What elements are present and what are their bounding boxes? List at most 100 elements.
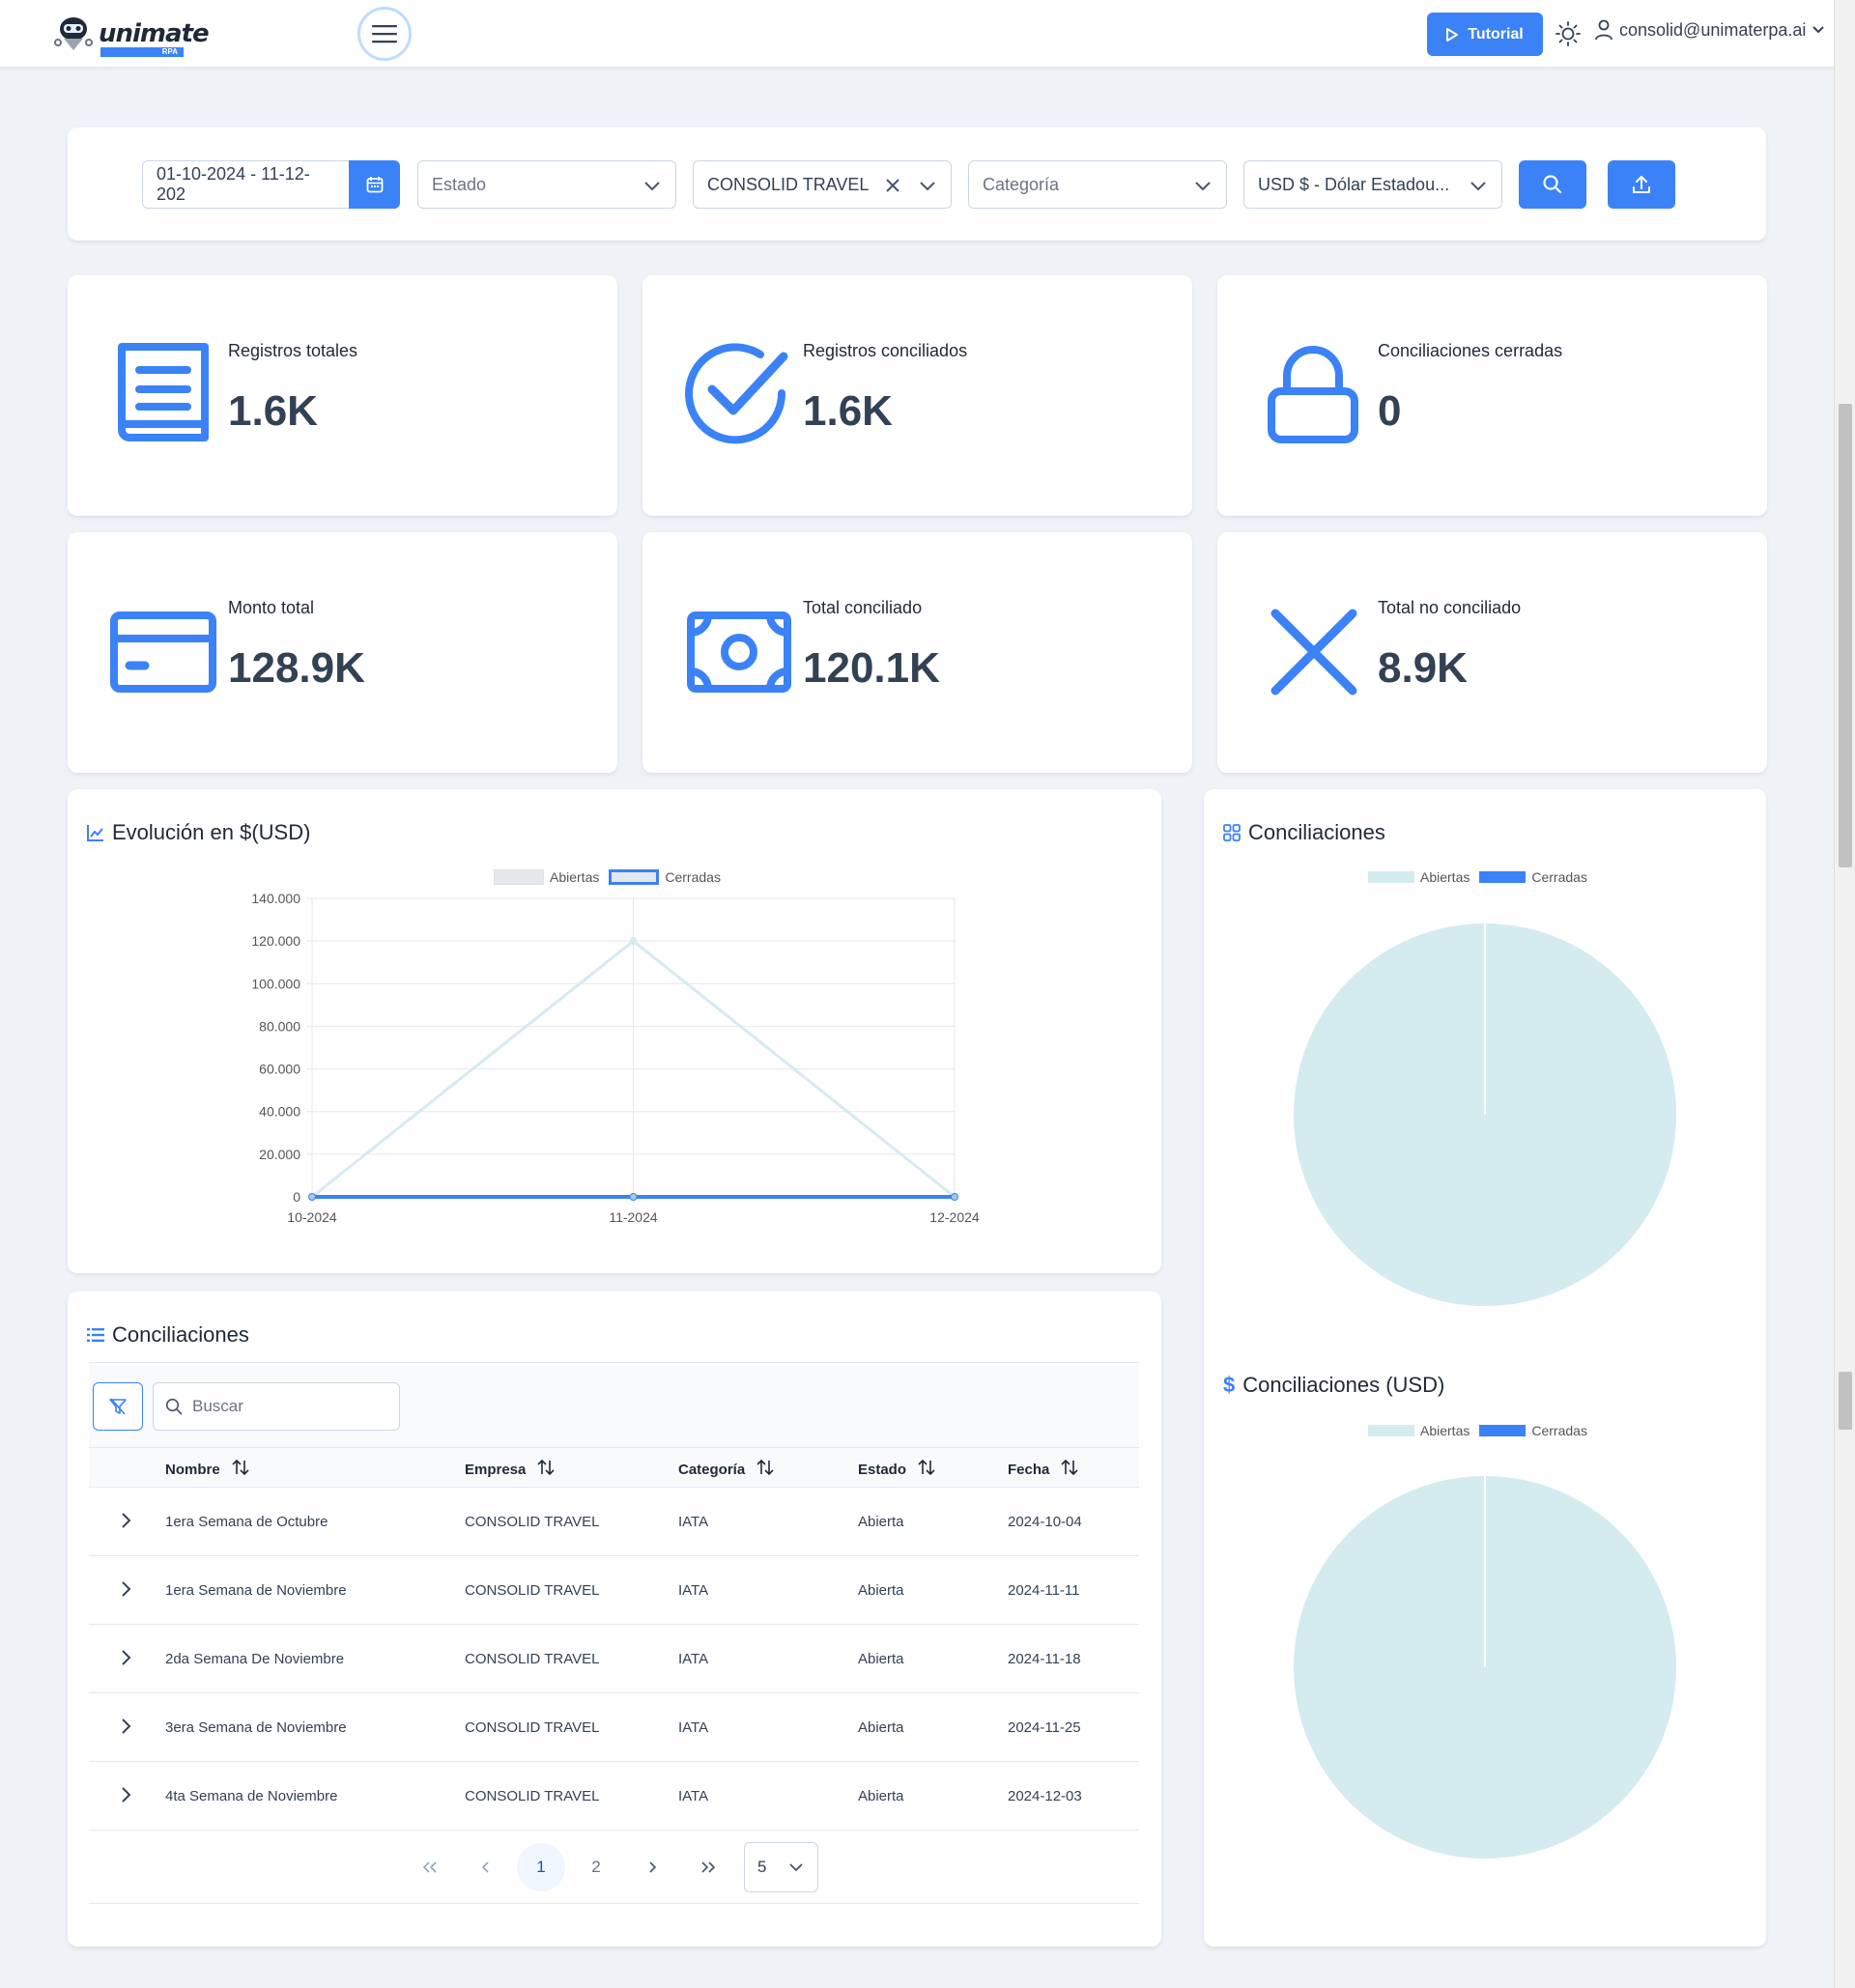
legend-item-cerradas[interactable]: Cerradas	[1479, 869, 1587, 885]
estado-select[interactable]: Estado	[417, 160, 676, 209]
cell-empresa: CONSOLID TRAVEL	[465, 1788, 600, 1804]
page-button-1[interactable]: 1	[517, 1843, 565, 1891]
row-expand-chevron-right-icon[interactable]	[116, 1511, 135, 1530]
cell-estado: Abierta	[858, 1719, 904, 1736]
pie-usd-legend: Abiertas Cerradas	[1368, 1423, 1597, 1438]
cell-nombre: 4ta Semana de Noviembre	[165, 1788, 338, 1804]
data-point	[629, 937, 638, 946]
pie-chart-title: Conciliaciones	[1223, 820, 1385, 845]
stat-label: Total conciliado	[803, 598, 923, 617]
column-header-estado[interactable]: Estado	[858, 1459, 935, 1480]
sort-icon[interactable]	[1061, 1459, 1078, 1480]
search-button[interactable]	[1519, 160, 1586, 209]
page-scrollbar[interactable]	[1834, 0, 1855, 1988]
cell-nombre: 3era Semana de Noviembre	[165, 1719, 347, 1736]
date-range-input[interactable]: 01-10-2024 - 11-12-202	[142, 160, 351, 209]
user-email: consolid@unimaterpa.ai	[1619, 19, 1807, 40]
search-placeholder: Buscar	[192, 1397, 243, 1415]
sort-icon[interactable]	[756, 1459, 774, 1480]
row-expand-chevron-right-icon[interactable]	[116, 1648, 135, 1667]
grid-icon	[1223, 824, 1241, 841]
table-row[interactable]: 1era Semana de Octubre CONSOLID TRAVEL IAT…	[89, 1488, 1139, 1556]
menu-toggle-button[interactable]	[357, 7, 412, 61]
check-circle-icon	[685, 343, 788, 444]
x-tick-label: 11-2024	[609, 1209, 658, 1225]
legend-swatch	[1479, 871, 1527, 883]
row-expand-chevron-right-icon[interactable]	[116, 1717, 135, 1736]
categoria-select[interactable]: Categoría	[968, 160, 1227, 209]
empresa-value: CONSOLID TRAVEL	[707, 174, 870, 194]
logo[interactable]: unimate RPA	[50, 14, 210, 57]
legend-item-abiertas[interactable]: Abiertas	[1368, 1423, 1470, 1438]
y-tick-label: 20.000	[259, 1147, 300, 1162]
sort-icon[interactable]	[918, 1459, 935, 1480]
cell-nombre: 2da Semana De Noviembre	[165, 1651, 345, 1667]
stat-value: 0	[1378, 387, 1402, 435]
cell-fecha: 2024-11-11	[1008, 1582, 1080, 1599]
cell-nombre: 1era Semana de Noviembre	[165, 1582, 347, 1599]
row-expand-chevron-right-icon[interactable]	[116, 1579, 135, 1599]
cell-categoria: IATA	[678, 1788, 709, 1804]
page-button-2[interactable]: 2	[572, 1843, 620, 1891]
legend-label: Abiertas	[1420, 1423, 1470, 1438]
calendar-button[interactable]	[349, 160, 400, 209]
stat-value: 8.9K	[1378, 644, 1468, 692]
pie-usd-title: $ Conciliaciones (USD)	[1223, 1373, 1444, 1398]
theme-toggle-sun-icon[interactable]	[1555, 21, 1581, 46]
table-row[interactable]: 4ta Semana de Noviembre CONSOLID TRAVEL IA…	[89, 1762, 1139, 1831]
first-page-button[interactable]	[406, 1843, 454, 1891]
clear-icon[interactable]	[883, 176, 902, 195]
moneda-select[interactable]: USD $ - Dólar Estadou...	[1243, 160, 1502, 209]
pie-usd-title-text: Conciliaciones (USD)	[1242, 1373, 1445, 1397]
legend-label: Cerradas	[1531, 869, 1587, 885]
stat-card-monto-total: Monto total 128.9K	[68, 532, 617, 773]
table-footer-divider	[89, 1903, 1139, 1904]
user-menu[interactable]: consolid@unimaterpa.ai	[1594, 19, 1825, 41]
stat-label: Registros conciliados	[803, 341, 968, 360]
empresa-select[interactable]: CONSOLID TRAVEL	[693, 160, 952, 209]
table-title-text: Conciliaciones	[112, 1322, 249, 1347]
legend-item-abiertas[interactable]: Abiertas	[1368, 869, 1470, 885]
scrollbar-thumb[interactable]	[1839, 404, 1852, 867]
last-page-button[interactable]	[684, 1843, 732, 1891]
moneda-value: USD $ - Dólar Estadou...	[1258, 174, 1450, 194]
table-row[interactable]: 2da Semana De Noviembre CONSOLID TRAVEL IA…	[89, 1625, 1139, 1693]
y-tick-label: 100.000	[251, 976, 300, 991]
y-tick-label: 140.000	[251, 891, 300, 906]
date-range-value: 01-10-2024 - 11-12-202	[157, 164, 310, 204]
cell-nombre: 1era Semana de Octubre	[165, 1514, 328, 1530]
estado-placeholder: Estado	[432, 174, 487, 194]
prev-page-button[interactable]	[462, 1843, 510, 1891]
lock-icon	[1268, 346, 1358, 443]
search-icon	[1543, 175, 1562, 194]
sort-icon[interactable]	[232, 1459, 249, 1480]
column-header-fecha[interactable]: Fecha	[1008, 1459, 1078, 1480]
stat-card-registros-conciliados: Registros conciliados 1.6K	[642, 275, 1192, 516]
table-search-input[interactable]: Buscar	[153, 1382, 400, 1431]
column-header-categoria[interactable]: Categoría	[678, 1459, 774, 1480]
next-page-button[interactable]	[628, 1843, 676, 1891]
table-row[interactable]: 3era Semana de Noviembre CONSOLID TRAVEL I…	[89, 1693, 1139, 1762]
column-header-nombre[interactable]: Nombre	[165, 1459, 249, 1480]
y-tick-label: 0	[293, 1189, 300, 1205]
legend-label: Cerradas	[1531, 1423, 1587, 1438]
column-header-empresa[interactable]: Empresa	[465, 1459, 555, 1480]
clear-filter-button[interactable]	[93, 1382, 143, 1431]
row-expand-chevron-right-icon[interactable]	[116, 1785, 135, 1804]
cell-categoria: IATA	[678, 1514, 709, 1530]
line-chart: 0 20.000 40.000 60.000 80.000 100.000 120.000 1…	[251, 891, 980, 1225]
scrollbar-thumb-secondary[interactable]	[1839, 1372, 1852, 1430]
sort-icon[interactable]	[537, 1459, 555, 1480]
cell-fecha: 2024-12-03	[1008, 1788, 1082, 1804]
tutorial-button[interactable]: Tutorial	[1427, 13, 1543, 56]
export-button[interactable]	[1608, 160, 1675, 209]
rows-per-page-select[interactable]: 5	[744, 1842, 818, 1892]
upload-icon	[1633, 176, 1650, 193]
table-row[interactable]: 1era Semana de Noviembre CONSOLID TRAVEL I…	[89, 1556, 1139, 1625]
legend-item-cerradas[interactable]: Cerradas	[1479, 1423, 1587, 1438]
cell-estado: Abierta	[858, 1582, 904, 1599]
search-icon	[165, 1398, 183, 1415]
hamburger-icon	[372, 25, 397, 43]
pie-chart-conciliaciones	[1294, 923, 1676, 1306]
cell-fecha: 2024-11-18	[1008, 1651, 1081, 1667]
